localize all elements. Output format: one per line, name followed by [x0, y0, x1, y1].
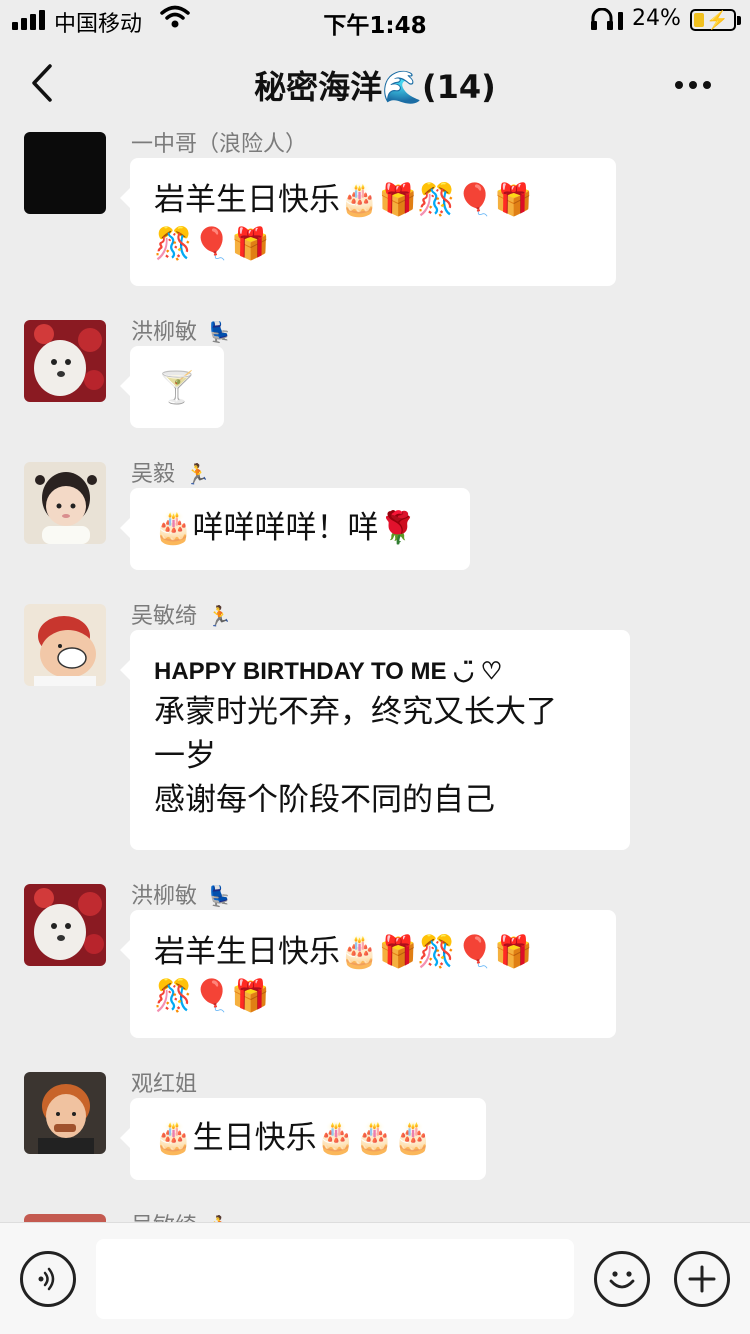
message-text: 岩羊生日快乐🎂🎁🎊🎈🎁 — [154, 934, 533, 970]
battery-cap — [737, 16, 741, 25]
voice-icon[interactable] — [20, 1251, 76, 1307]
message-input[interactable] — [96, 1239, 574, 1319]
sender-name: 吴敏绮🏃 — [131, 1208, 232, 1222]
avatar[interactable] — [24, 462, 106, 544]
message-bubble[interactable]: HAPPY BIRTHDAY TO ME ◡̈ ♡ 承蒙时光不弃，终究又长大了 … — [120, 630, 630, 850]
sender-name: 洪柳敏 💺 — [131, 884, 232, 909]
battery-icon: ⚡ — [690, 9, 736, 31]
avatar[interactable] — [24, 320, 106, 402]
message-text: 岩羊生日快乐🎂🎁🎊🎈🎁 — [154, 182, 533, 218]
sender-name: 一中哥（浪险人） — [131, 132, 308, 157]
sender-name: 观红姐 — [131, 1072, 198, 1097]
message-bubble[interactable]: 🎂咩咩咩咩！咩🌹 — [120, 488, 470, 570]
avatar[interactable] — [24, 1072, 106, 1154]
message-text: 一岁 — [154, 738, 216, 774]
sender-name: 洪柳敏 💺 — [131, 320, 232, 345]
message-text: 🍸 — [157, 370, 197, 406]
message-text: 🎂生日快乐🎂🎂🎂 — [154, 1120, 433, 1156]
status-badge-icon: 🏃 — [207, 1214, 232, 1222]
avatar[interactable] — [24, 884, 106, 966]
sender-name: 吴毅 🏃 — [131, 462, 210, 487]
message-text: 🎂咩咩咩咩！咩🌹 — [154, 510, 418, 546]
message-bubble[interactable]: 岩羊生日快乐🎂🎁🎊🎈🎁 🎊🎈🎁 — [120, 910, 616, 1038]
avatar[interactable] — [24, 1214, 106, 1222]
message-bubble[interactable]: 岩羊生日快乐🎂🎁🎊🎈🎁 🎊🎈🎁 — [120, 158, 616, 286]
status-badge-icon: 🏃 — [207, 604, 232, 628]
avatar[interactable] — [24, 132, 106, 214]
message-bubble[interactable]: 🎂生日快乐🎂🎂🎂 — [120, 1098, 486, 1180]
chat-title: 秘密海洋🌊(14) — [254, 68, 496, 106]
message-text: 感谢每个阶段不同的自己 — [154, 782, 495, 818]
chat-message-list[interactable]: 一中哥（浪险人） 岩羊生日快乐🎂🎁🎊🎈🎁 🎊🎈🎁 洪柳敏💺 � — [0, 128, 750, 1222]
headphone-icon — [590, 7, 626, 39]
message-text: HAPPY BIRTHDAY TO ME ◡̈ ♡ — [154, 658, 503, 685]
sender-name: 吴敏绮🏃 — [131, 604, 232, 629]
more-dots-icon[interactable] — [668, 70, 718, 100]
avatar[interactable] — [24, 604, 106, 686]
battery-percent: 24% — [632, 6, 681, 31]
message-text: 🎊🎈🎁 — [154, 978, 270, 1014]
message-bubble[interactable]: 🍸 — [120, 346, 224, 428]
emoji-icon[interactable] — [594, 1251, 650, 1307]
nav-bar: 秘密海洋🌊(14) — [0, 40, 750, 128]
status-bar: 中国移动 下午1:48 24% ⚡ — [0, 0, 750, 40]
input-bar — [0, 1222, 750, 1334]
message-text: 🎊🎈🎁 — [154, 226, 270, 262]
status-badge-icon: 🏃 — [185, 462, 210, 486]
status-badge-icon: 💺 — [207, 320, 232, 344]
plus-icon[interactable] — [674, 1251, 730, 1307]
status-badge-icon: 💺 — [207, 884, 232, 908]
message-text: 承蒙时光不弃，终究又长大了 — [154, 694, 557, 730]
